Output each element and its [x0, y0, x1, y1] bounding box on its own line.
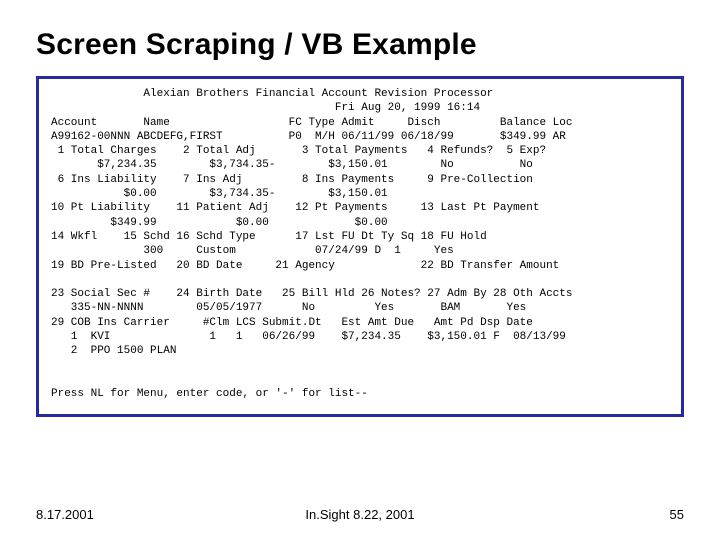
- term-line: 29 COB Ins Carrier #Clm LCS Submit.Dt Es…: [51, 317, 533, 329]
- slide-title: Screen Scraping / VB Example: [36, 28, 684, 62]
- term-line: 19 BD Pre-Listed 20 BD Date 21 Agency 22…: [51, 260, 559, 272]
- term-line: 335-NN-NNNN 05/05/1977 No Yes BAM Yes: [51, 302, 526, 314]
- slide-footer: In.Sight 8.22, 2001 8.17.2001 55: [0, 507, 720, 522]
- term-line: Press NL for Menu, enter code, or '-' fo…: [51, 388, 368, 400]
- term-line: 6 Ins Liability 7 Ins Adj 8 Ins Payments…: [51, 174, 533, 186]
- term-line: 14 Wkfl 15 Schd 16 Schd Type 17 Lst FU D…: [51, 231, 487, 243]
- term-line: Alexian Brothers Financial Account Revis…: [51, 88, 493, 100]
- terminal-screen: Alexian Brothers Financial Account Revis…: [36, 76, 684, 417]
- term-line: 300 Custom 07/24/99 D 1 Yes: [51, 245, 454, 257]
- term-line: 1 Total Charges 2 Total Adj 3 Total Paym…: [51, 145, 546, 157]
- term-line: A99162-00NNN ABCDEFG,FIRST P0 M/H 06/11/…: [51, 131, 566, 143]
- term-line: 23 Social Sec # 24 Birth Date 25 Bill Hl…: [51, 288, 573, 300]
- term-line: Fri Aug 20, 1999 16:14: [51, 102, 480, 114]
- term-line: 1 KVI 1 1 06/26/99 $7,234.35 $3,150.01 F…: [51, 331, 566, 343]
- term-line: 2 PPO 1500 PLAN: [51, 345, 176, 357]
- term-line: $7,234.35 $3,734.35- $3,150.01 No No: [51, 159, 533, 171]
- term-line: $0.00 $3,734.35- $3,150.01: [51, 188, 388, 200]
- term-line: $349.99 $0.00 $0.00: [51, 217, 388, 229]
- term-line: Account Name FC Type Admit Disch Balance…: [51, 117, 573, 129]
- footer-center: In.Sight 8.22, 2001: [0, 507, 720, 522]
- term-line: 10 Pt Liability 11 Patient Adj 12 Pt Pay…: [51, 202, 539, 214]
